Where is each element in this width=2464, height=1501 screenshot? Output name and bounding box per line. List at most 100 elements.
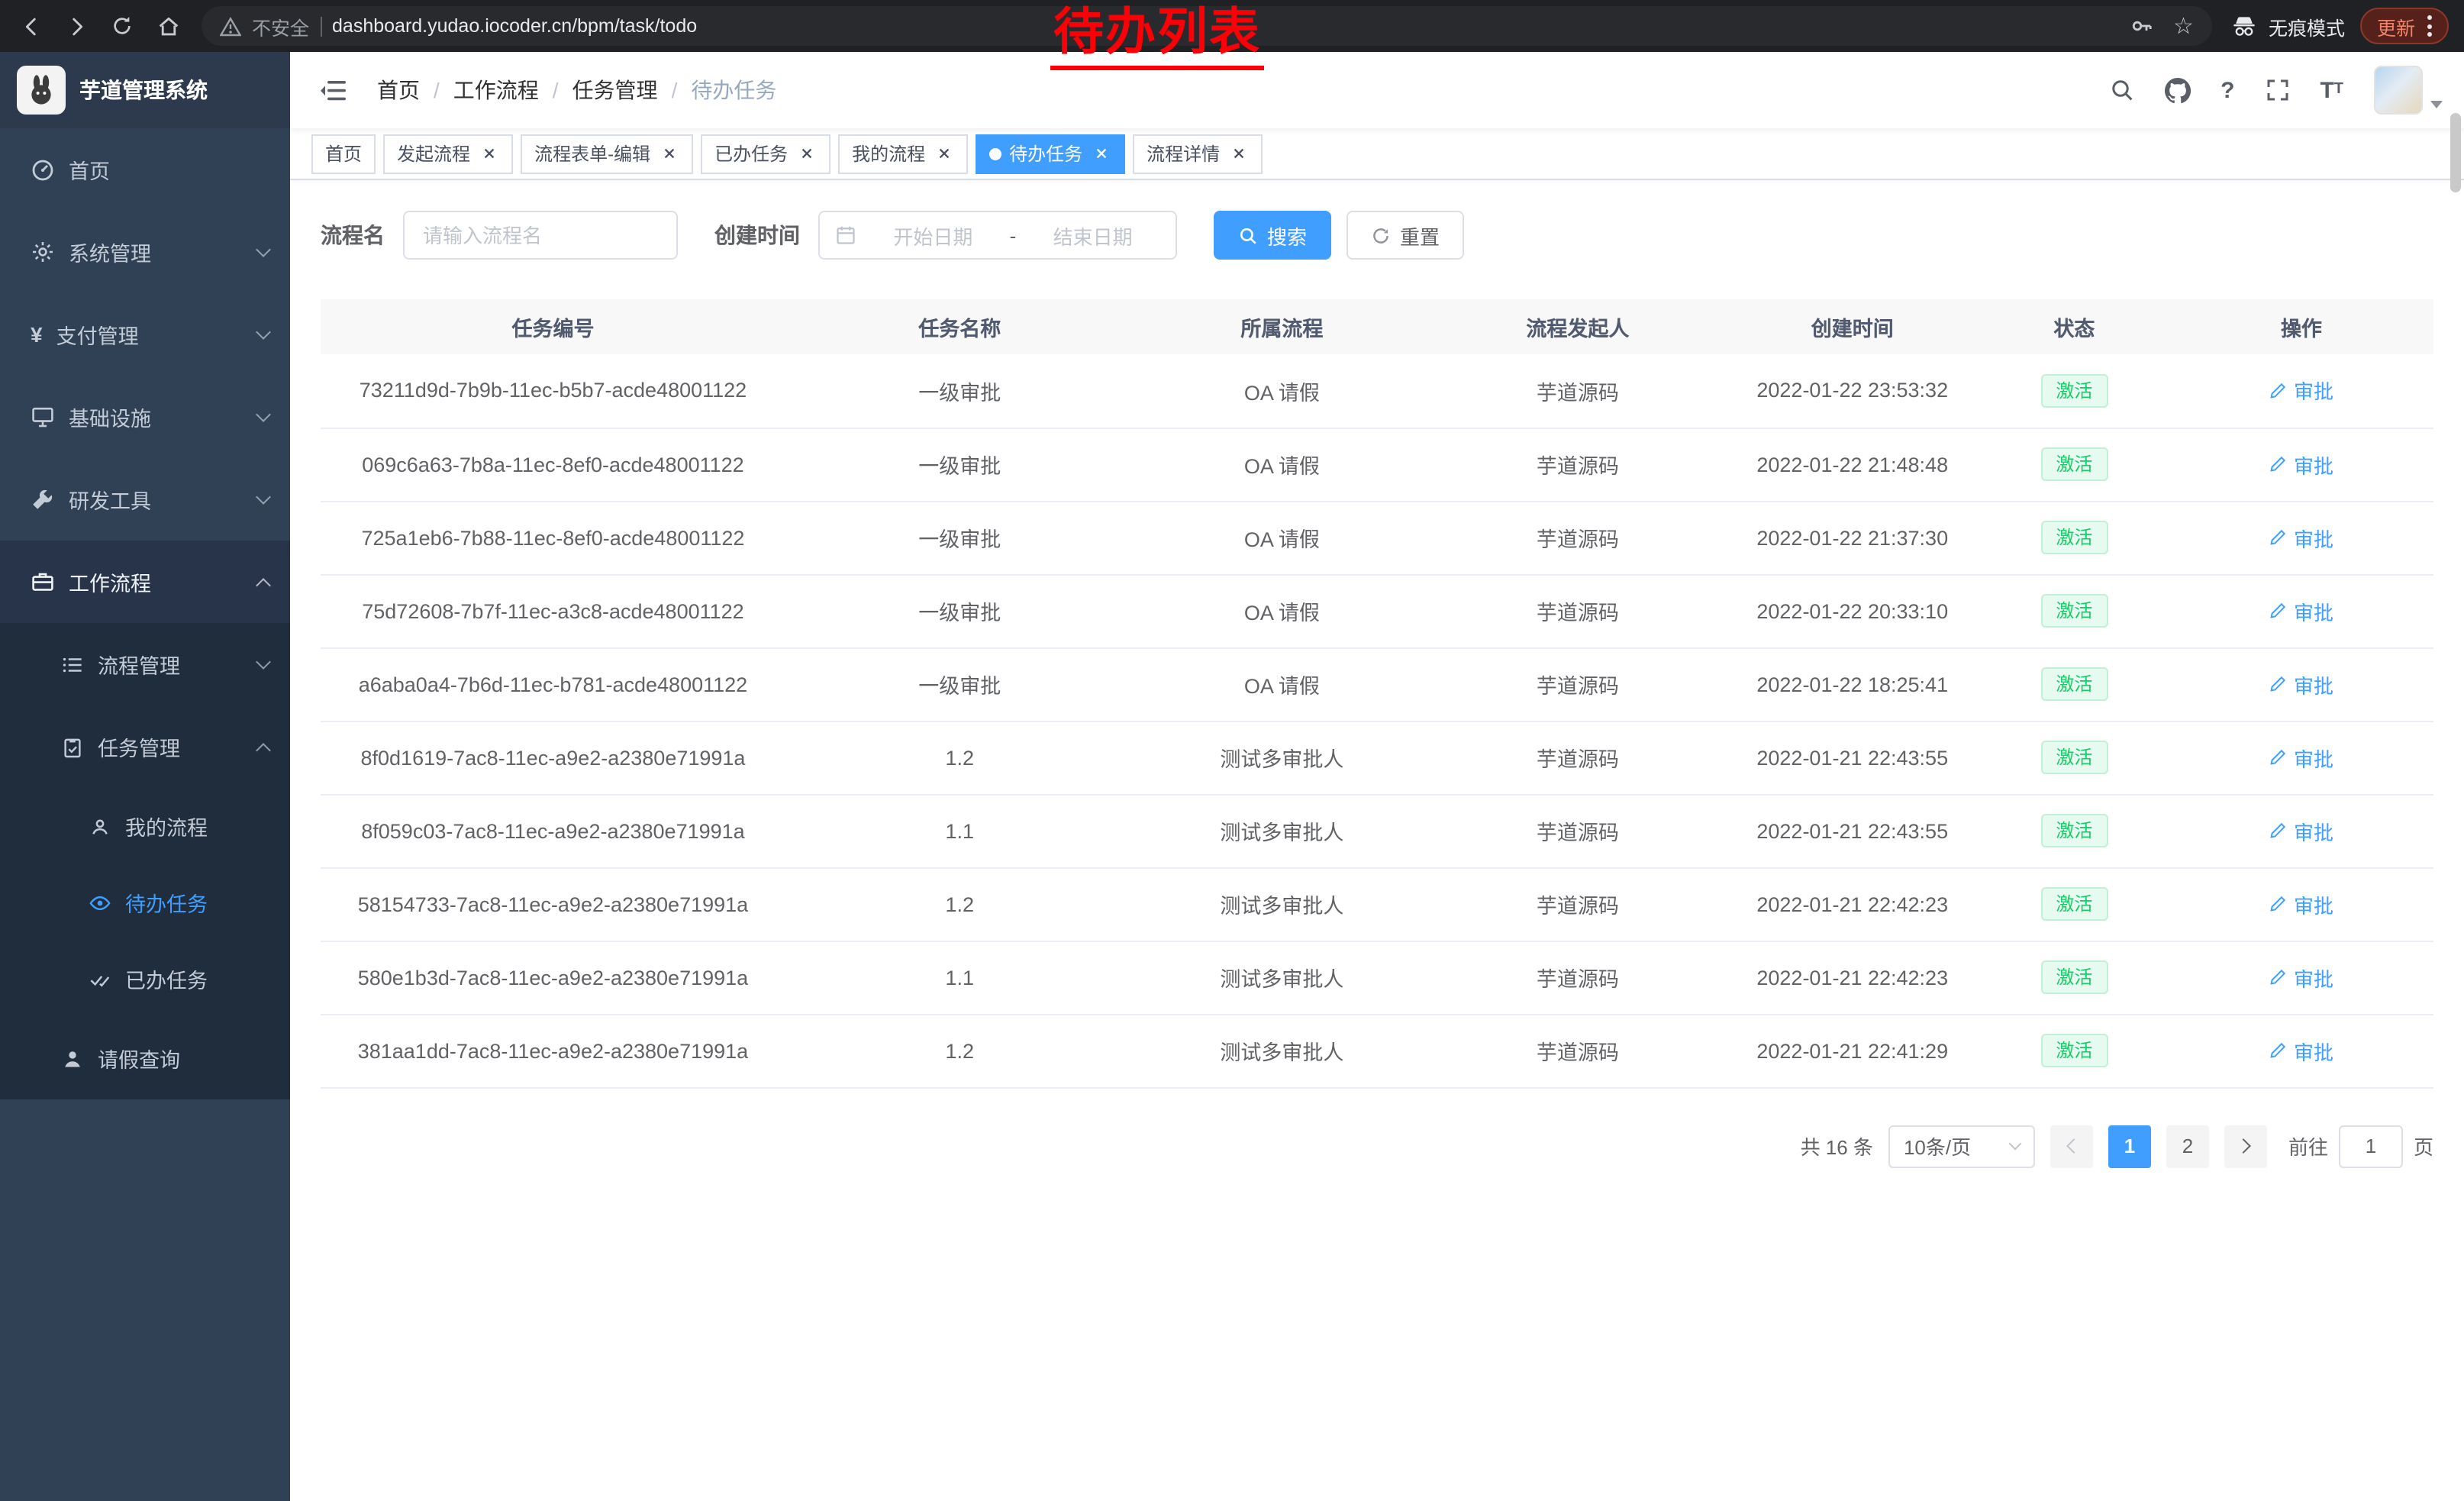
- sidebar-item-todo-tasks[interactable]: 待办任务: [0, 864, 290, 941]
- sidebar-item-leave-query[interactable]: 请假查询: [0, 1017, 290, 1099]
- page-size-select[interactable]: 10条/页: [1888, 1125, 2035, 1167]
- bookmark-star-icon[interactable]: ☆: [2173, 15, 2194, 37]
- user-menu[interactable]: [2374, 66, 2443, 115]
- search-button[interactable]: 搜索: [1214, 211, 1331, 260]
- approve-button[interactable]: 审批: [2269, 743, 2333, 772]
- tab-done-tasks[interactable]: 已办任务: [701, 134, 830, 173]
- sidebar-item-process-mgmt[interactable]: 流程管理: [0, 623, 290, 705]
- sidebar-item-task-mgmt[interactable]: 任务管理: [0, 705, 290, 788]
- rabbit-logo-icon: [17, 66, 66, 115]
- sidebar-item-label: 工作流程: [69, 567, 151, 597]
- security-warning-icon[interactable]: [220, 16, 241, 36]
- cell-task-id: 580e1b3d-7ac8-11ec-a9e2-a2380e71991a: [321, 941, 785, 1014]
- breadcrumb-separator: /: [434, 78, 440, 102]
- table-row[interactable]: 069c6a63-7b8a-11ec-8ef0-acde48001122 一级审…: [321, 428, 2433, 501]
- table-row[interactable]: 8f059c03-7ac8-11ec-a9e2-a2380e71991a 1.1…: [321, 794, 2433, 867]
- font-size-icon[interactable]: TT: [2320, 79, 2343, 102]
- approve-button[interactable]: 审批: [2269, 1036, 2333, 1065]
- sidebar-item-payment[interactable]: ¥ 支付管理: [0, 293, 290, 376]
- browser-home-icon[interactable]: [147, 5, 189, 47]
- browser-back-icon[interactable]: [9, 5, 52, 47]
- edit-icon: [2269, 602, 2288, 620]
- sidebar-item-my-process[interactable]: 我的流程: [0, 788, 290, 864]
- edit-icon: [2269, 1041, 2288, 1060]
- breadcrumb-workflow[interactable]: 工作流程: [453, 75, 539, 105]
- tab-process-detail[interactable]: 流程详情: [1133, 134, 1263, 173]
- tab-form-edit[interactable]: 流程表单-编辑: [521, 134, 693, 173]
- table-row[interactable]: 580e1b3d-7ac8-11ec-a9e2-a2380e71991a 1.1…: [321, 941, 2433, 1014]
- table-row[interactable]: 73211d9d-7b9b-11ec-b5b7-acde48001122 一级审…: [321, 354, 2433, 428]
- sidebar-item-devtools[interactable]: 研发工具: [0, 458, 290, 541]
- sidebar-item-label: 首页: [69, 154, 110, 185]
- tab-todo-tasks[interactable]: 待办任务: [976, 134, 1125, 173]
- avatar[interactable]: [2374, 66, 2423, 115]
- browser-forward-icon[interactable]: [55, 5, 98, 47]
- cell-created: 2022-01-21 22:43:55: [1726, 721, 1979, 794]
- search-icon[interactable]: [2109, 78, 2133, 102]
- close-icon[interactable]: [795, 143, 817, 164]
- fullscreen-icon[interactable]: [2265, 78, 2289, 102]
- key-icon[interactable]: [2129, 14, 2153, 38]
- close-icon[interactable]: [1227, 143, 1249, 164]
- breadcrumb-separator: /: [672, 78, 678, 102]
- sidebar-item-system[interactable]: 系统管理: [0, 211, 290, 293]
- next-page-button[interactable]: [2224, 1125, 2267, 1167]
- col-task-id: 任务编号: [321, 299, 785, 354]
- omnibox-divider: [320, 16, 321, 36]
- table-row[interactable]: 725a1eb6-7b88-11ec-8ef0-acde48001122 一级审…: [321, 501, 2433, 574]
- browser-update-button[interactable]: 更新: [2360, 8, 2449, 44]
- chevron-down-icon: [2008, 1138, 2021, 1151]
- browser-menu-icon[interactable]: [2415, 15, 2444, 37]
- approve-button[interactable]: 审批: [2269, 816, 2333, 845]
- tab-start-process[interactable]: 发起流程: [383, 134, 513, 173]
- cell-initiator: 芋道源码: [1430, 501, 1726, 574]
- sidebar-item-workflow[interactable]: 工作流程: [0, 541, 290, 623]
- cell-initiator: 芋道源码: [1430, 428, 1726, 501]
- prev-page-button[interactable]: [2050, 1125, 2093, 1167]
- breadcrumb-home[interactable]: 首页: [377, 75, 420, 105]
- approve-button[interactable]: 审批: [2269, 523, 2333, 552]
- tab-my-process[interactable]: 我的流程: [838, 134, 968, 173]
- cell-process: OA 请假: [1134, 647, 1430, 721]
- approve-button[interactable]: 审批: [2269, 596, 2333, 625]
- sidebar-toggle-icon[interactable]: [311, 76, 356, 105]
- page-button-1[interactable]: 1: [2108, 1125, 2151, 1167]
- close-icon[interactable]: [1090, 143, 1111, 164]
- sidebar-submenu-workflow: 流程管理 任务管理 我的流程: [0, 623, 290, 1099]
- pagination-total: 共 16 条: [1801, 1131, 1873, 1160]
- goto-page-input[interactable]: [2339, 1125, 2403, 1167]
- status-badge: 激活: [2040, 594, 2108, 628]
- page-button-2[interactable]: 2: [2166, 1125, 2209, 1167]
- approve-button[interactable]: 审批: [2269, 889, 2333, 918]
- sidebar-item-label: 系统管理: [69, 237, 151, 267]
- breadcrumb-task-mgmt[interactable]: 任务管理: [572, 75, 658, 105]
- tab-home[interactable]: 首页: [311, 134, 376, 173]
- chevron-down-icon: [256, 489, 271, 504]
- approve-button[interactable]: 审批: [2269, 670, 2333, 699]
- cell-task-name: 一级审批: [785, 354, 1134, 428]
- sidebar-item-home[interactable]: 首页: [0, 128, 290, 211]
- scrollbar-thumb[interactable]: [2450, 113, 2461, 192]
- date-range-picker[interactable]: 开始日期 - 结束日期: [818, 211, 1177, 260]
- list-icon: [61, 653, 84, 676]
- table-row[interactable]: 58154733-7ac8-11ec-a9e2-a2380e71991a 1.2…: [321, 867, 2433, 941]
- approve-button[interactable]: 审批: [2269, 963, 2333, 992]
- close-icon[interactable]: [478, 143, 499, 164]
- help-icon[interactable]: ?: [2221, 79, 2234, 102]
- sidebar-item-done-tasks[interactable]: 已办任务: [0, 941, 290, 1017]
- table-row[interactable]: 75d72608-7b7f-11ec-a3c8-acde48001122 一级审…: [321, 574, 2433, 647]
- approve-button[interactable]: 审批: [2269, 450, 2333, 479]
- process-name-input[interactable]: [403, 211, 678, 260]
- github-icon[interactable]: [2164, 77, 2190, 103]
- table-row[interactable]: 8f0d1619-7ac8-11ec-a9e2-a2380e71991a 1.2…: [321, 721, 2433, 794]
- cell-process: 测试多审批人: [1134, 941, 1430, 1014]
- close-icon[interactable]: [933, 143, 954, 164]
- close-icon[interactable]: [658, 143, 679, 164]
- table-row[interactable]: 381aa1dd-7ac8-11ec-a9e2-a2380e71991a 1.2…: [321, 1014, 2433, 1087]
- app-logo[interactable]: 芋道管理系统: [0, 52, 290, 128]
- approve-button[interactable]: 审批: [2269, 376, 2333, 405]
- browser-reload-icon[interactable]: [101, 5, 144, 47]
- reset-button[interactable]: 重置: [1346, 211, 1464, 260]
- sidebar-item-infra[interactable]: 基础设施: [0, 376, 290, 458]
- table-row[interactable]: a6aba0a4-7b6d-11ec-b781-acde48001122 一级审…: [321, 647, 2433, 721]
